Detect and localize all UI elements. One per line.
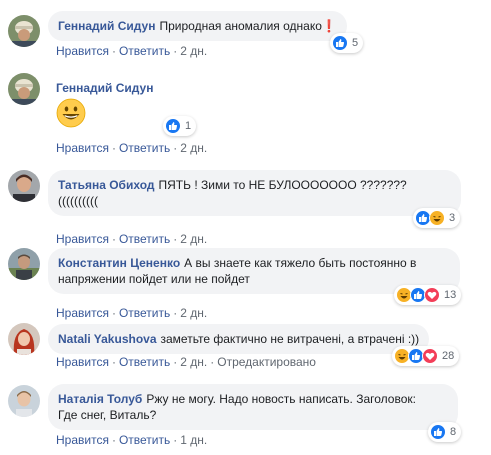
reactions-badge[interactable]: 5 — [330, 33, 364, 53]
separator: · — [173, 232, 178, 246]
reactions-badge[interactable]: 28 — [392, 346, 460, 366]
reaction-count: 1 — [185, 120, 192, 132]
avatar[interactable] — [8, 73, 40, 105]
comment-text: заметьте фактично не витрачені, а втраче… — [160, 332, 420, 346]
reaction-count: 8 — [450, 426, 457, 438]
separator: · — [173, 355, 178, 369]
avatar[interactable] — [8, 248, 40, 280]
comment-actions: Нравится · Ответить · 2 дн. — [56, 232, 207, 246]
comment-author[interactable]: Татьяна Обиход — [58, 178, 155, 192]
timestamp[interactable]: 1 дн. — [180, 433, 207, 447]
haha-reaction-icon — [429, 210, 445, 226]
reply-button[interactable]: Ответить — [119, 355, 170, 369]
reaction-count: 13 — [444, 289, 457, 301]
separator: · — [111, 141, 116, 155]
reactions-badge[interactable]: 3 — [413, 208, 461, 228]
comment-text: Природная аномалия однако❗ — [159, 19, 337, 33]
grinning-face-emoji — [56, 98, 86, 128]
like-reaction-icon — [430, 424, 446, 440]
timestamp[interactable]: 2 дн. — [180, 232, 207, 246]
comment-actions: Нравится · Ответить · 2 дн. · Отредактировано — [56, 355, 316, 369]
like-button[interactable]: Нравится — [56, 232, 109, 246]
like-button[interactable]: Нравится — [56, 433, 109, 447]
timestamp[interactable]: 2 дн. — [180, 355, 207, 369]
reply-button[interactable]: Ответить — [119, 44, 170, 58]
reply-button[interactable]: Ответить — [119, 232, 170, 246]
like-button[interactable]: Нравится — [56, 306, 109, 320]
comment-text: А вы знаете как тяжело быть постоянно в — [184, 256, 417, 270]
reply-button[interactable]: Ответить — [119, 141, 170, 155]
comment-bubble: Татьяна Обиход ПЯТЬ ! Зими то НЕ БУЛООООО… — [48, 170, 461, 216]
comment-actions: Нравится · Ответить · 2 дн. — [56, 141, 207, 155]
comment-text: Ржу не могу. Надо новость написать. Заго… — [146, 392, 416, 406]
comment-actions: Нравится · Ответить · 2 дн. — [56, 44, 207, 58]
comment-author[interactable]: Natali Yakushova — [58, 332, 157, 346]
separator: · — [210, 355, 215, 369]
separator: · — [173, 306, 178, 320]
comment-bubble: Геннадий Сидун Природная аномалия однако❗ — [48, 11, 347, 41]
like-button[interactable]: Нравится — [56, 355, 109, 369]
avatar[interactable] — [8, 15, 40, 47]
comment-bubble: Геннадий Сидун — [56, 80, 157, 96]
comment-author[interactable]: Константин Цененко — [58, 256, 180, 270]
love-reaction-icon — [424, 287, 440, 303]
separator: · — [173, 44, 178, 58]
comment-text-line2: (((((((((( — [58, 194, 98, 208]
comment-author[interactable]: Геннадий Сидун — [58, 19, 155, 33]
reactions-badge[interactable]: 13 — [394, 285, 462, 305]
like-reaction-icon — [332, 35, 348, 51]
comment-author[interactable]: Геннадий Сидун — [56, 81, 153, 95]
avatar[interactable] — [8, 385, 40, 417]
separator: · — [173, 141, 178, 155]
edited-label[interactable]: Отредактировано — [217, 355, 316, 369]
separator: · — [111, 232, 116, 246]
reaction-count: 3 — [449, 212, 456, 224]
like-button[interactable]: Нравится — [56, 141, 109, 155]
reply-button[interactable]: Ответить — [119, 433, 170, 447]
separator: · — [111, 355, 116, 369]
separator: · — [173, 433, 178, 447]
comment-text: ПЯТЬ ! Зими то НЕ БУЛООООООО ??????? — [158, 178, 407, 192]
timestamp[interactable]: 2 дн. — [180, 141, 207, 155]
comment-actions: Нравится · Ответить · 2 дн. — [56, 306, 207, 320]
timestamp[interactable]: 2 дн. — [180, 306, 207, 320]
comment-bubble: Natali Yakushova заметьте фактично не вит… — [48, 324, 430, 354]
comment-text-line2: напряжении пойдет или не пойдет — [58, 272, 250, 286]
separator: · — [111, 44, 116, 58]
comment-text-line2: Где снег, Виталь? — [58, 408, 157, 422]
reply-button[interactable]: Ответить — [119, 306, 170, 320]
separator: · — [111, 433, 116, 447]
like-reaction-icon — [165, 118, 181, 134]
love-reaction-icon — [422, 348, 438, 364]
comment-bubble: Наталія Толуб Ржу не могу. Надо новость н… — [48, 384, 458, 430]
reactions-badge[interactable]: 1 — [163, 116, 197, 136]
comment-actions: Нравится · Ответить · 1 дн. — [56, 433, 207, 447]
reaction-count: 5 — [352, 37, 359, 49]
comment-author[interactable]: Наталія Толуб — [58, 392, 142, 406]
reaction-count: 28 — [442, 350, 455, 362]
avatar[interactable] — [8, 323, 40, 355]
timestamp[interactable]: 2 дн. — [180, 44, 207, 58]
separator: · — [111, 306, 116, 320]
like-button[interactable]: Нравится — [56, 44, 109, 58]
reactions-badge[interactable]: 8 — [428, 422, 462, 442]
avatar[interactable] — [8, 170, 40, 202]
